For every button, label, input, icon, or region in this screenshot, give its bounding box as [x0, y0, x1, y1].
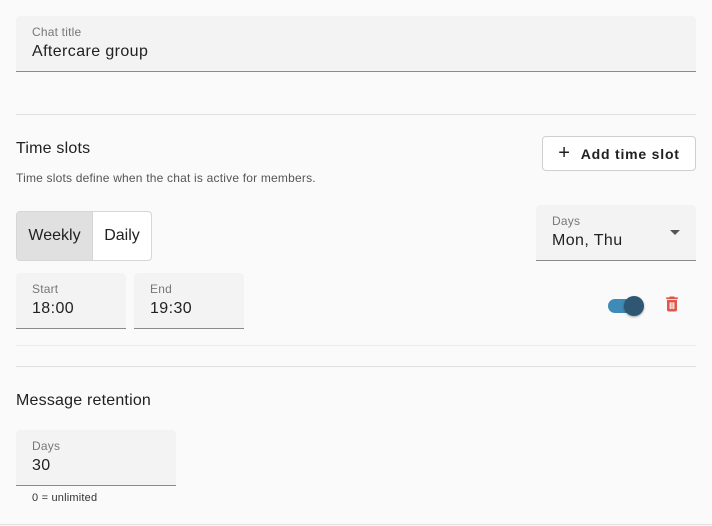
chevron-down-icon — [670, 230, 680, 235]
start-time-label: Start — [32, 282, 59, 296]
chat-title-value[interactable]: Aftercare group — [32, 43, 148, 61]
start-time-value[interactable]: 18:00 — [32, 300, 74, 318]
retention-hint: 0 = unlimited — [32, 492, 98, 504]
divider — [16, 114, 696, 115]
divider — [16, 345, 696, 346]
start-time-field[interactable]: Start 18:00 — [16, 273, 126, 329]
chat-settings-page: Chat title Aftercare group Time slots Ti… — [0, 0, 712, 526]
frequency-option-weekly[interactable]: Weekly — [17, 212, 93, 260]
end-time-value[interactable]: 19:30 — [150, 300, 192, 318]
switch-thumb — [624, 296, 644, 316]
retention-days-value[interactable]: 30 — [32, 457, 51, 475]
days-select-value: Mon, Thu — [552, 232, 623, 249]
chat-title-field[interactable]: Chat title Aftercare group — [16, 16, 696, 72]
retention-days-field[interactable]: Days 30 — [16, 430, 176, 486]
divider — [0, 524, 712, 525]
frequency-toggle-group: Weekly Daily — [16, 211, 152, 261]
retention-days-label: Days — [32, 439, 61, 453]
time-slots-heading: Time slots — [16, 140, 91, 157]
trash-icon[interactable] — [662, 294, 682, 314]
time-slot-enabled-switch[interactable] — [607, 294, 647, 318]
days-select-label: Days — [552, 214, 581, 228]
plus-icon: + — [558, 141, 571, 164]
frequency-option-daily[interactable]: Daily — [93, 212, 151, 260]
days-select[interactable]: Days Mon, Thu — [536, 205, 696, 261]
message-retention-heading: Message retention — [16, 392, 152, 409]
end-time-field[interactable]: End 19:30 — [134, 273, 244, 329]
time-slots-help: Time slots define when the chat is activ… — [16, 171, 316, 185]
add-time-slot-button[interactable]: + Add time slot — [542, 136, 696, 171]
end-time-label: End — [150, 282, 172, 296]
divider — [16, 366, 696, 367]
add-time-slot-label: Add time slot — [580, 145, 680, 162]
chat-title-label: Chat title — [32, 25, 82, 39]
